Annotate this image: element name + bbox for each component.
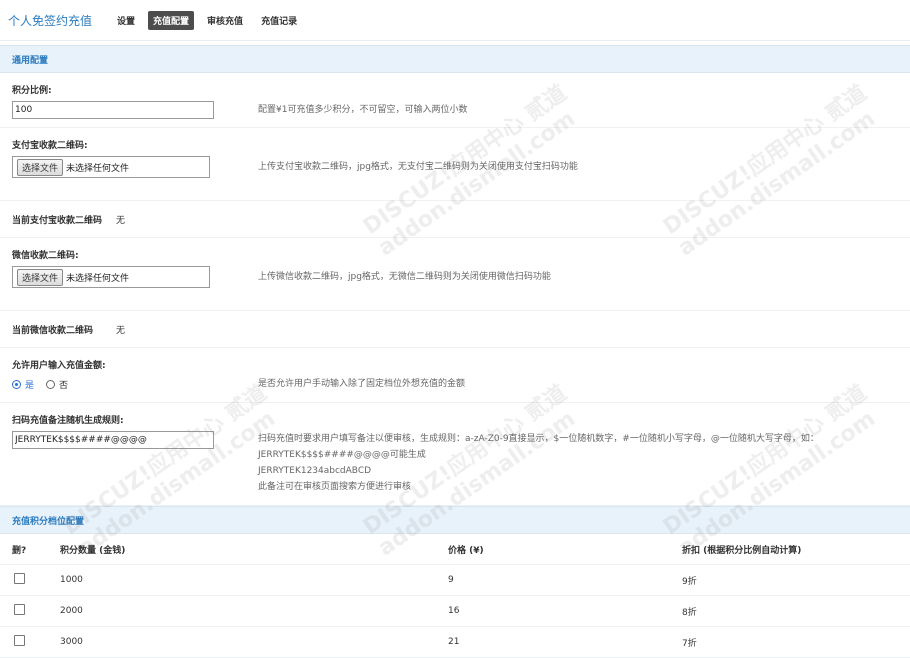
remark-tip-line2: JERRYTEK$$$$####@@@@可能生成 [258,450,426,460]
remark-tip-line4: 此备注可在审核页面搜索方便进行审核 [258,482,412,492]
radio-yes-label[interactable]: 是 [25,378,34,391]
top-bar: 个人免签约充值 设置 充值配置 审核充值 充值记录 [0,0,910,41]
delete-checkbox[interactable] [14,573,25,584]
remark-rule-input[interactable] [12,431,214,449]
wechat-qr-tip: 上传微信收款二维码，jpg格式，无微信二维码则为关闭使用微信扫码功能 [258,272,551,282]
alipay-qr-row: 支付宝收款二维码: 选择文件 未选择任何文件 上传支付宝收款二维码，jpg格式，… [0,128,910,201]
wechat-qr-row: 微信收款二维码: 选择文件 未选择任何文件 上传微信收款二维码，jpg格式，无微… [0,238,910,311]
wechat-file-input[interactable]: 选择文件 未选择任何文件 [12,266,210,288]
radio-no[interactable] [46,379,56,389]
section-tiers-header: 充值积分档位配置 [0,506,910,534]
discount-cell: 9折 [681,564,910,596]
custom-amount-label: 允许用户输入充值金额: [12,361,106,371]
tab-recharge-records[interactable]: 充值记录 [256,11,302,30]
discount-cell: 8折 [681,595,910,627]
remark-rule-label: 扫码充值备注随机生成规则: [12,416,124,426]
points-cell[interactable]: 2000 [59,595,447,627]
top-nav: 设置 充值配置 审核充值 充值记录 [112,10,302,30]
alipay-choose-file-button[interactable]: 选择文件 [17,158,64,176]
current-alipay-label: 当前支付宝收款二维码 [12,215,103,226]
ratio-input[interactable] [12,101,214,119]
delete-checkbox[interactable] [14,635,25,646]
remark-rule-row: 扫码充值备注随机生成规则: 扫码充值时要求用户填写备注以便审核，生成规则：a-z… [0,403,910,506]
price-cell[interactable]: 16 [447,595,681,627]
remark-rule-tip: 扫码充值时要求用户填写备注以便审核，生成规则：a-zA-Z0-9直接显示，$一位… [258,431,819,495]
custom-amount-tip: 是否允许用户手动输入除了固定档位外想充值的金额 [258,379,466,389]
wechat-file-text: 未选择任何文件 [66,273,130,284]
points-cell[interactable]: 1000 [59,564,447,596]
ratio-row: 积分比例: 配置¥1可充值多少积分，不可留空，可输入两位小数 [0,73,910,128]
tab-review-recharge[interactable]: 审核充值 [202,11,248,30]
remark-tip-line3: JERRYTEK1234abcdABCD [258,466,372,476]
discount-cell: 7折 [681,626,910,658]
col-delete: 删? [0,534,59,565]
tab-recharge-config[interactable]: 充值配置 [148,10,195,30]
current-alipay-row: 当前支付宝收款二维码 无 [0,201,910,238]
col-price: 价格 (¥) [447,534,681,565]
alipay-file-text: 未选择任何文件 [66,163,130,174]
radio-yes[interactable] [12,379,21,389]
wechat-choose-file-button[interactable]: 选择文件 [17,268,64,286]
radio-no-label[interactable]: 否 [59,378,68,391]
custom-amount-row: 允许用户输入充值金额: 是 否 是否允许用户手动输入除了固定档位外想充值的金额 [0,348,910,403]
alipay-file-input[interactable]: 选择文件 未选择任何文件 [12,156,210,178]
current-wechat-row: 当前微信收款二维码 无 [0,311,910,348]
table-row: 1000 9 9折 [0,564,910,596]
delete-checkbox[interactable] [14,604,25,615]
col-discount: 折扣 (根据积分比例自动计算) [681,534,910,565]
table-row: 2000 16 8折 [0,595,910,627]
section-general-header: 通用配置 [0,45,910,73]
alipay-qr-tip: 上传支付宝收款二维码，jpg格式，无支付宝二维码则为关闭使用支付宝扫码功能 [258,162,578,172]
current-wechat-value: 无 [116,325,126,336]
ratio-label: 积分比例: [12,86,52,96]
price-cell[interactable]: 21 [447,626,681,658]
remark-tip-line1: 扫码充值时要求用户填写备注以便审核，生成规则：a-zA-Z0-9直接显示，$一位… [258,434,819,444]
wechat-qr-label: 微信收款二维码: [12,251,79,261]
tiers-table: 删? 积分数量 (金钱) 价格 (¥) 折扣 (根据积分比例自动计算) 1000… [0,534,910,658]
table-row: 3000 21 7折 [0,626,910,658]
tab-settings[interactable]: 设置 [112,11,140,30]
col-points: 积分数量 (金钱) [59,534,447,565]
current-wechat-label: 当前微信收款二维码 [12,325,94,336]
ratio-tip: 配置¥1可充值多少积分，不可留空，可输入两位小数 [258,105,468,115]
tiers-header-row: 删? 积分数量 (金钱) 价格 (¥) 折扣 (根据积分比例自动计算) [0,534,910,565]
current-alipay-value: 无 [116,215,126,226]
custom-amount-radios: 是 否 [12,378,212,391]
price-cell[interactable]: 9 [447,564,681,596]
points-cell[interactable]: 3000 [59,626,447,658]
alipay-qr-label: 支付宝收款二维码: [12,141,88,151]
page-title: 个人免签约充值 [8,13,93,28]
